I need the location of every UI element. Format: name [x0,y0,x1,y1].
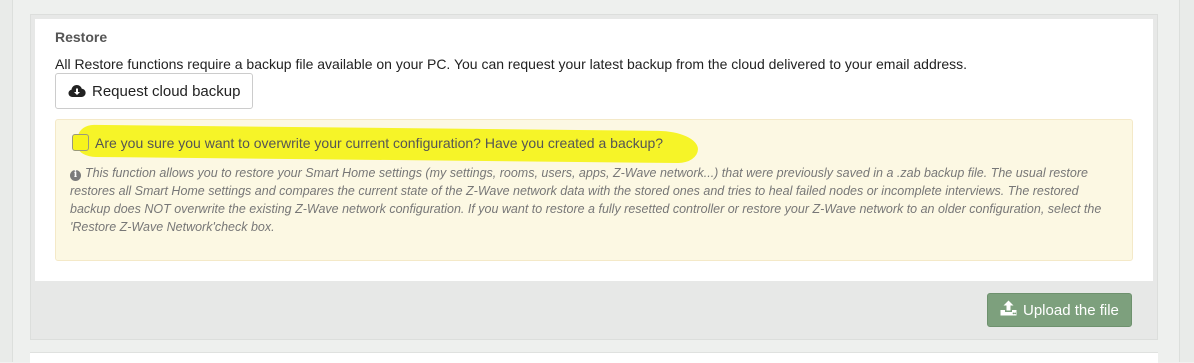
info-circle-icon: i [70,170,81,181]
left-rail [0,0,13,362]
overwrite-confirm-label: Are you sure you want to overwrite your … [95,134,664,151]
restore-info-body: This function allows you to restore your… [70,166,1102,234]
upload-icon [1000,300,1017,320]
upload-file-label: Upload the file [1023,301,1119,319]
upload-file-button[interactable]: Upload the file [987,293,1132,327]
restore-intro-text: All Restore functions require a backup f… [55,56,968,72]
overwrite-confirm-checkbox[interactable] [72,134,89,151]
next-panel-edge [30,352,1158,363]
cloud-download-icon [68,84,86,98]
restore-info-text: i This function allows you to restore you… [70,164,1120,236]
warning-box: Are you sure you want to overwrite your … [55,119,1133,261]
page-background: Restore All Restore functions require a … [0,0,1194,363]
restore-panel-body: Restore All Restore functions require a … [35,19,1153,281]
restore-panel: Restore All Restore functions require a … [30,14,1158,340]
right-rail [1179,0,1194,362]
request-cloud-backup-button[interactable]: Request cloud backup [55,73,254,109]
overwrite-confirm-row[interactable]: Are you sure you want to overwrite your … [72,124,699,164]
request-cloud-backup-label: Request cloud backup [92,82,241,100]
section-title: Restore [55,29,108,45]
